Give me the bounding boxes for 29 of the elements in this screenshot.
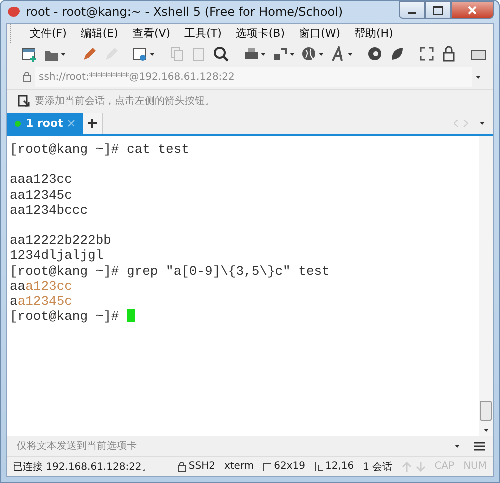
menu-item[interactable]: 帮助(H) bbox=[348, 26, 400, 41]
status-text: SSH2 bbox=[188, 461, 216, 472]
window-title: root - root@kang:~ - Xshell 5 (Free for Home/School) bbox=[26, 5, 344, 19]
terminal-screen[interactable]: [root@kang ~]# cat test aaa123cc aa12345c aa1234bccc aa12222b222bb 1234dljaljgl [root@kang ~]# grep "a[0-9]\{3,5\}c" test aaa123cc aa12345c [root@kang ~]# bbox=[7, 136, 493, 436]
terminal-text: aa12345c bbox=[10, 188, 72, 203]
match-text: a123cc bbox=[26, 278, 72, 294]
terminal-text: [root@kang ~]# bbox=[10, 309, 120, 324]
status-text: 12,16 bbox=[326, 461, 354, 472]
menu-item[interactable]: 窗口(W) bbox=[292, 26, 348, 41]
menu-item[interactable]: 文件(F) bbox=[23, 26, 74, 41]
terminal-text: 1234dljaljgl bbox=[10, 248, 104, 264]
status-text: xterm bbox=[224, 461, 254, 472]
menu-item[interactable]: 选项卡(B) bbox=[228, 26, 292, 41]
terminal-text: aaa123cc bbox=[10, 172, 72, 188]
terminal-text: a bbox=[10, 294, 18, 309]
menu-item[interactable]: 查看(V) bbox=[125, 26, 178, 41]
terminal-text: aa12222b222bb bbox=[10, 233, 112, 248]
status-text: 已连接 192.168.61.128:22。 bbox=[13, 460, 152, 474]
status-text: 1 会话 bbox=[363, 460, 393, 474]
terminal-text: [root@kang ~]# grep "a[0-9]\{3,5\}c" test bbox=[10, 264, 330, 278]
match-text: a12345c bbox=[18, 294, 72, 309]
terminal-text: [root@kang ~]# cat test bbox=[10, 142, 190, 157]
status-text: 62x19 bbox=[274, 461, 306, 472]
menu-item[interactable]: 工具(T) bbox=[178, 26, 229, 41]
terminal-text: aa bbox=[10, 278, 26, 294]
session-tab[interactable]: 1 root bbox=[7, 113, 84, 134]
hint-text: 要添加当前会话，点击左侧的箭头按钮。 bbox=[35, 94, 215, 108]
menu-item[interactable]: 编辑(E) bbox=[74, 26, 126, 41]
terminal-text: aa1234bccc bbox=[10, 202, 88, 218]
